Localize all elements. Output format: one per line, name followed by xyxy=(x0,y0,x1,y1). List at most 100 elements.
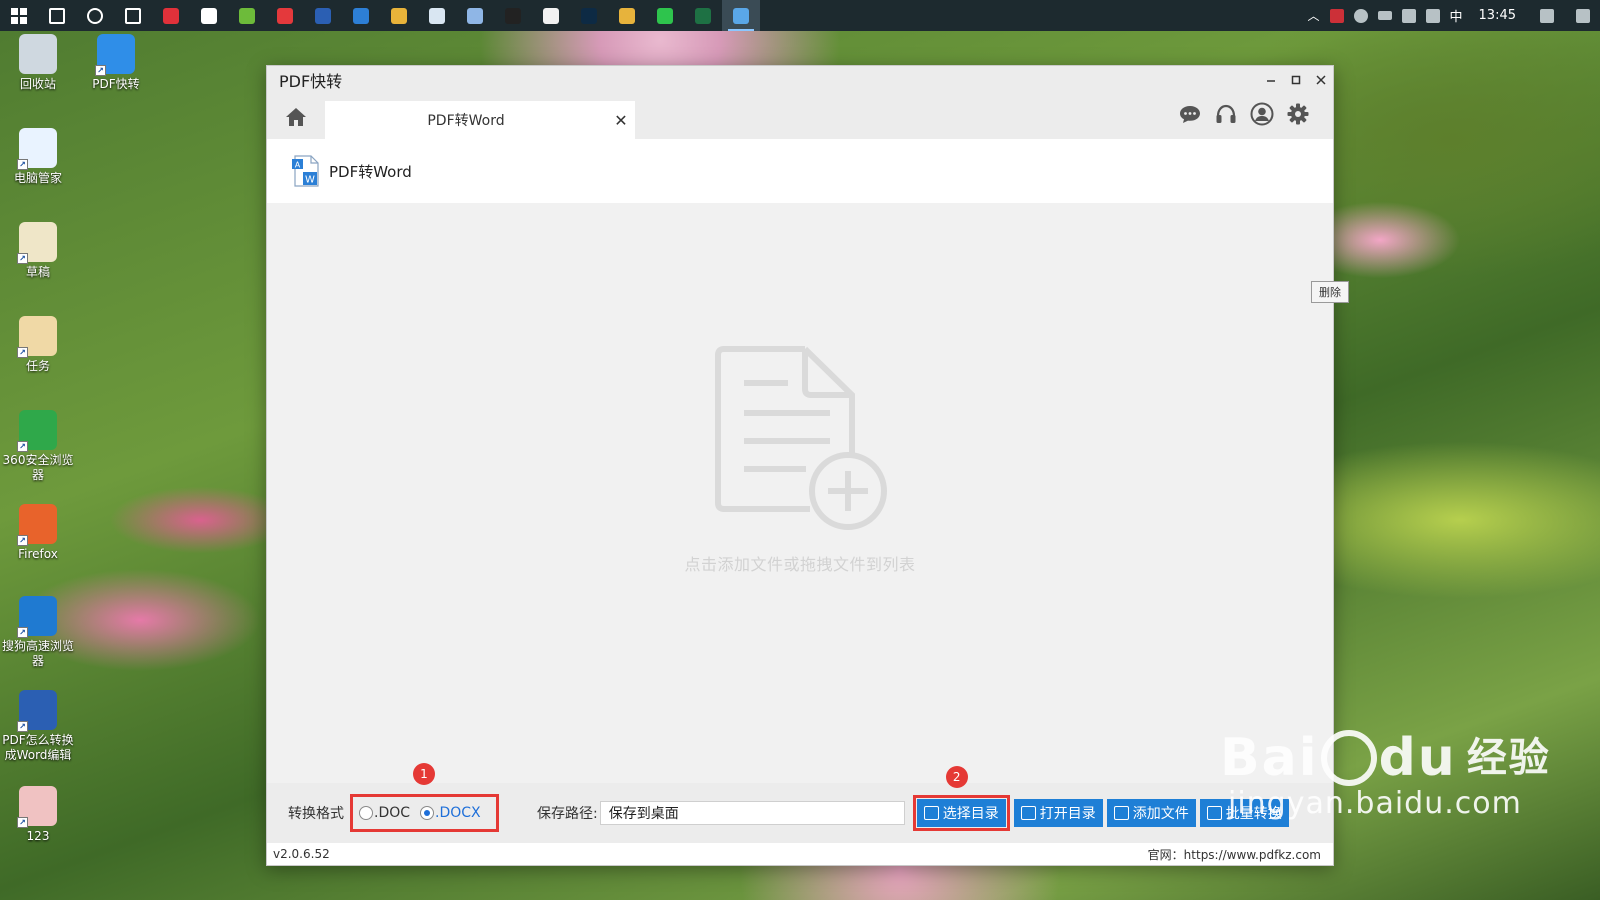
save-path-input[interactable] xyxy=(599,801,905,825)
app-green-icon[interactable] xyxy=(228,0,266,31)
chat-button[interactable] xyxy=(1177,101,1203,127)
edge-icon[interactable] xyxy=(342,0,380,31)
choose-directory-button[interactable]: 选择目录 xyxy=(916,799,1006,827)
desktop-icon-label: Firefox xyxy=(18,547,58,561)
windows-logo-icon xyxy=(11,7,27,24)
folder-icon xyxy=(1020,806,1036,820)
website-link[interactable]: 官网：https://www.pdfkz.com xyxy=(1148,846,1321,863)
taskbar: ︿ 中 13:45 xyxy=(0,0,1600,31)
home-button[interactable] xyxy=(267,94,325,139)
volume-icon[interactable] xyxy=(1425,8,1440,23)
shortcut-arrow-icon: ↗ xyxy=(17,253,28,264)
minimize-button[interactable] xyxy=(1258,66,1283,94)
version-label: v2.0.6.52 xyxy=(273,847,330,861)
tab-close-icon[interactable]: ✕ xyxy=(607,111,635,130)
support-button[interactable] xyxy=(1213,101,1239,127)
app-orange-icon[interactable] xyxy=(532,0,570,31)
shortcut-arrow-icon: ↗ xyxy=(17,441,28,452)
desktop-icon-5[interactable]: ↗ 360安全浏览器 xyxy=(0,410,76,483)
desktop-icon-6[interactable]: ↗ Firefox xyxy=(0,504,76,562)
drop-hint: 点击添加文件或拖拽文件到列表 xyxy=(684,555,916,574)
baidu-paw-icon xyxy=(1320,730,1377,786)
file-icon[interactable] xyxy=(190,0,228,31)
excel-icon[interactable] xyxy=(684,0,722,31)
status-bar: v2.0.6.52 官网：https://www.pdfkz.com xyxy=(267,843,1333,865)
shortcut-arrow-icon: ↗ xyxy=(17,159,28,170)
desktop-icon-label: 草稿 xyxy=(25,265,50,279)
desktop-icon-1[interactable]: ↗ PDF快转 xyxy=(78,34,154,92)
battery-icon[interactable] xyxy=(1377,11,1392,20)
pdfkuaizhuan-window: PDF快转 PDF转Word ✕ A W PDF转Word 点击添加文件或拖拽文… xyxy=(266,65,1334,866)
cloud-icon[interactable] xyxy=(1353,8,1368,23)
app-feather-icon[interactable] xyxy=(456,0,494,31)
format-selector-highlight: 1 .DOC .DOCX xyxy=(350,763,499,832)
maximize-button[interactable] xyxy=(1283,66,1308,94)
task-view-icon[interactable] xyxy=(114,0,152,31)
choose-dir-highlight: 2 选择目录 xyxy=(912,766,1010,831)
wifi-icon[interactable] xyxy=(1401,8,1416,23)
app-blue-icon[interactable] xyxy=(418,0,456,31)
word-icon[interactable] xyxy=(304,0,342,31)
radio-docx[interactable] xyxy=(420,806,435,820)
photoshop-icon[interactable] xyxy=(570,0,608,31)
desktop-icon-label: 任务 xyxy=(25,359,50,373)
weibo-icon[interactable] xyxy=(266,0,304,31)
desktop-icon-7[interactable]: ↗ 搜狗高速浏览器 xyxy=(0,596,76,669)
save-icon xyxy=(923,806,939,820)
chrome-icon[interactable] xyxy=(380,0,418,31)
qq-icon[interactable] xyxy=(494,0,532,31)
watermark-suffix: 经验 xyxy=(1466,735,1551,781)
home-icon xyxy=(286,107,306,126)
file-drop-area[interactable]: 点击添加文件或拖拽文件到列表 xyxy=(267,203,1333,783)
window-title: PDF快转 xyxy=(279,72,343,91)
clock[interactable]: 13:45 xyxy=(1479,8,1516,23)
desktop-app-icon: ↗ xyxy=(17,316,57,358)
titlebar[interactable]: PDF快转 xyxy=(267,66,1333,94)
cortana-icon[interactable] xyxy=(76,0,114,31)
bottom-toolbar: 转换格式 1 .DOC .DOCX 保存路径: 2 选择目录 打开目录 xyxy=(267,763,1333,843)
add-file-button[interactable]: 添加文件 xyxy=(1106,799,1196,827)
tab-pdf-to-word[interactable]: PDF转Word ✕ xyxy=(325,101,635,139)
watermark-brand2: du xyxy=(1378,728,1457,788)
app-red-icon[interactable] xyxy=(152,0,190,31)
close-window-button[interactable] xyxy=(1308,66,1333,94)
desktop-icon-4[interactable]: ↗ 任务 xyxy=(0,316,76,374)
svg-text:W: W xyxy=(305,175,315,186)
desktop-icon-0[interactable]: 回收站 xyxy=(0,34,76,92)
format-option-docx[interactable]: .DOCX xyxy=(420,805,481,821)
pdfkuaizhuan-icon[interactable] xyxy=(722,0,760,31)
format-option-doc[interactable]: .DOC xyxy=(359,805,410,821)
system-tray: ︿ 中 13:45 xyxy=(1308,6,1600,25)
open-directory-label: 打开目录 xyxy=(1039,806,1096,822)
ime-indicator[interactable]: 中 xyxy=(1450,6,1463,25)
minimize-icon xyxy=(1266,80,1275,82)
chevron-up-icon[interactable]: ︿ xyxy=(1308,7,1320,24)
plus-box-icon xyxy=(1113,806,1129,820)
user-icon xyxy=(1250,102,1274,126)
qq-tray-icon[interactable] xyxy=(1329,8,1344,23)
notification-icon[interactable] xyxy=(1576,8,1590,23)
desktop-app-icon: ↗ xyxy=(17,690,57,732)
desktop-icon-label: PDF怎么转换成Word编辑 xyxy=(2,733,74,762)
page-title: PDF转Word xyxy=(329,162,412,181)
tray-app-icon[interactable] xyxy=(1540,8,1554,23)
desktop-icon-9[interactable]: ↗ 123 xyxy=(0,786,76,844)
wechat-icon[interactable] xyxy=(646,0,684,31)
search-icon[interactable] xyxy=(38,0,76,31)
open-directory-button[interactable]: 打开目录 xyxy=(1013,799,1103,827)
account-button[interactable] xyxy=(1249,101,1275,127)
desktop-icon-2[interactable]: ↗ 电脑管家 xyxy=(0,128,76,186)
desktop-icon-3[interactable]: ↗ 草稿 xyxy=(0,222,76,280)
desktop-app-icon: ↗ xyxy=(17,222,57,264)
settings-button[interactable] xyxy=(1285,101,1311,127)
start-button[interactable] xyxy=(0,0,38,31)
annotation-badge-1: 1 xyxy=(413,763,435,785)
desktop-app-icon: ↗ xyxy=(95,34,135,76)
desktop-icon-8[interactable]: ↗ PDF怎么转换成Word编辑 xyxy=(0,690,76,763)
app-yellow-icon[interactable] xyxy=(608,0,646,31)
shortcut-arrow-icon: ↗ xyxy=(17,347,28,358)
desktop-app-icon: ↗ xyxy=(17,596,57,638)
tab-bar: PDF转Word ✕ xyxy=(267,94,1333,139)
shortcut-arrow-icon: ↗ xyxy=(17,721,28,732)
radio-doc[interactable] xyxy=(359,806,373,820)
